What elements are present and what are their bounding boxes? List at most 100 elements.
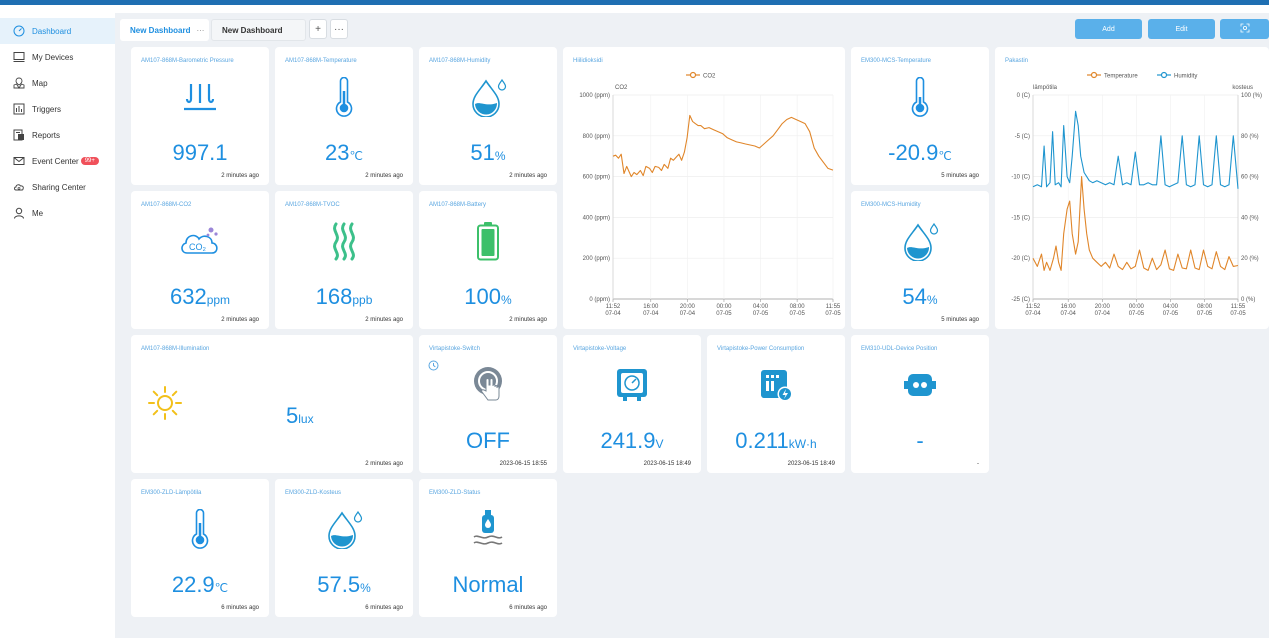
card-timestamp: 5 minutes ago — [941, 173, 979, 179]
tab-new-dashboard[interactable]: New Dashboard — [211, 19, 306, 41]
edit-dashboard-button[interactable]: Edit — [1148, 19, 1215, 39]
add-tab-button[interactable]: + — [309, 19, 327, 39]
x-tick-label: 07-04 — [1025, 311, 1041, 317]
thermometer-icon — [851, 77, 989, 117]
user-icon — [12, 206, 26, 220]
card-battery[interactable]: AM107-868M-Battery 100% 2 minutes ago — [419, 191, 557, 329]
card-voltage[interactable]: Virtapistoke-Voltage 241.9V 2023-06-15 1… — [563, 335, 701, 473]
card-em300-humidity[interactable]: EM300-MCS-Humidity 54% 5 minutes ago — [851, 191, 989, 329]
sidebar-item-me[interactable]: Me — [0, 200, 115, 226]
value-number: 54 — [902, 284, 927, 309]
x-tick-label: 07-04 — [680, 311, 696, 317]
freezer-chart-card[interactable]: Pakastin 0 (C) 100 (%) -5 (C) 80 (%) -10 (C)… — [995, 47, 1269, 329]
sidebar-item-my-devices[interactable]: My Devices — [0, 44, 115, 70]
card-device-position[interactable]: EM310-UDL-Device Position - - — [851, 335, 989, 473]
y2-tick-label: 80 (%) — [1241, 134, 1259, 140]
card-value: 241.9V — [563, 428, 701, 454]
x-tick-label: 11:52 — [606, 304, 621, 310]
sidebar-item-label: My Devices — [32, 52, 74, 62]
sidebar-item-event-center[interactable]: Event Center 99+ — [0, 148, 115, 174]
value-number: 23 — [325, 140, 350, 165]
x-tick-label: 04:00 — [753, 304, 769, 310]
tab-more-icon[interactable]: ··· — [196, 26, 204, 35]
triggers-icon — [12, 102, 26, 116]
sidebar-item-label: Dashboard — [32, 26, 72, 36]
y-axis-label: CO2 — [615, 85, 628, 91]
map-icon — [12, 76, 26, 90]
x-tick-label: 07-05 — [825, 311, 841, 317]
card-temperature[interactable]: AM107-868M-Temperature 23℃ 2 minutes ago — [275, 47, 413, 185]
sidebar-item-label: Sharing Center — [32, 182, 86, 192]
card-title: AM107-868M-TVOC — [285, 202, 340, 208]
value-unit: kW·h — [788, 437, 817, 451]
y2-axis-label: kosteus — [1232, 85, 1253, 91]
add-widget-button[interactable]: Add — [1075, 19, 1142, 39]
x-tick-label: 07-05 — [716, 311, 732, 317]
y2-tick-label: 40 (%) — [1241, 215, 1259, 221]
card-timestamp: 2 minutes ago — [365, 173, 403, 179]
sidebar-item-dashboard[interactable]: Dashboard — [0, 18, 115, 44]
sidebar: Dashboard My Devices Map Triggers Report… — [0, 13, 115, 638]
x-tick-label: 08:00 — [790, 304, 806, 310]
power-meter-icon — [707, 365, 845, 405]
value-unit: ppm — [206, 293, 231, 307]
co2-chart-card[interactable]: Hiilidioksidi 1000 (ppm) 800 (ppm) 600 (pp… — [563, 47, 845, 329]
value-number: 997.1 — [172, 140, 228, 165]
reports-icon — [12, 128, 26, 142]
sidebar-item-triggers[interactable]: Triggers — [0, 96, 115, 122]
x-tick-label: 07-05 — [1230, 311, 1246, 317]
legend-label: CO2 — [703, 74, 716, 80]
card-title: AM107-868M-Illumination — [141, 346, 210, 352]
y-tick-label: 0 (ppm) — [589, 297, 610, 303]
fullscreen-button[interactable] — [1220, 19, 1269, 39]
sidebar-item-reports[interactable]: Reports — [0, 122, 115, 148]
card-timestamp: 6 minutes ago — [509, 605, 547, 611]
x-tick-label: 07-04 — [1061, 311, 1077, 317]
sidebar-item-sharing-center[interactable]: Sharing Center — [0, 174, 115, 200]
card-value: - — [851, 428, 989, 454]
y-tick-label: 1000 (ppm) — [579, 93, 610, 99]
y-tick-label: -25 (C) — [1011, 297, 1030, 303]
y2-tick-label: 60 (%) — [1241, 175, 1259, 181]
card-value: Normal — [419, 572, 557, 598]
card-timestamp: 5 minutes ago — [941, 317, 979, 323]
card-co2[interactable]: AM107-868M-CO2 CO₂ 632ppm 2 minutes ago — [131, 191, 269, 329]
x-tick-label: 00:00 — [716, 304, 732, 310]
card-timestamp: 2 minutes ago — [509, 173, 547, 179]
card-switch[interactable]: Virtapistoke-Switch OFF 2023-06-15 18:55 — [419, 335, 557, 473]
card-title: AM107-868M-Battery — [429, 202, 487, 208]
water-drop-icon — [275, 509, 413, 549]
sidebar-item-label: Triggers — [32, 104, 62, 114]
card-zld-humidity[interactable]: EM300-ZLD-Kosteus 57.5% 6 minutes ago — [275, 479, 413, 617]
series-line-humidity — [1032, 110, 1239, 189]
card-illumination[interactable]: AM107-868M-Illumination 5lux 2 minutes a… — [131, 335, 413, 473]
card-barometric-pressure[interactable]: AM107-868M-Barometric Pressure 997.1 2 m… — [131, 47, 269, 185]
sidebar-item-map[interactable]: Map — [0, 70, 115, 96]
x-tick-label: 04:00 — [1163, 304, 1179, 310]
card-value: 632ppm — [131, 284, 269, 310]
value-text: OFF — [466, 428, 510, 453]
tabs-more-button[interactable]: ··· — [330, 19, 348, 39]
card-tvoc[interactable]: AM107-868M-TVOC 168ppb 2 minutes ago — [275, 191, 413, 329]
value-text: - — [916, 428, 924, 453]
x-tick-label: 20:00 — [680, 304, 696, 310]
dashboard-icon — [12, 24, 26, 38]
card-title: AM107-868M-CO2 — [141, 202, 192, 208]
mail-icon — [12, 154, 26, 168]
card-title: EM300-ZLD-Kosteus — [285, 490, 342, 496]
y2-tick-label: 100 (%) — [1241, 93, 1262, 99]
x-tick-label: 16:00 — [1061, 304, 1077, 310]
value-number: 0.211 — [735, 428, 789, 453]
card-zld-temperature[interactable]: EM300-ZLD-Lämpötila 22.9℃ 6 minutes ago — [131, 479, 269, 617]
card-title: Virtapistoke-Switch — [429, 346, 480, 352]
x-tick-label: 20:00 — [1095, 304, 1111, 310]
y-axis-label: lämpötila — [1033, 85, 1058, 91]
hand-switch-icon — [419, 365, 557, 405]
card-zld-status[interactable]: EM300-ZLD-Status Normal 6 minutes ago — [419, 479, 557, 617]
card-timestamp: 6 minutes ago — [221, 605, 259, 611]
card-humidity[interactable]: AM107-868M-Humidity 51% 2 minutes ago — [419, 47, 557, 185]
card-timestamp: 6 minutes ago — [365, 605, 403, 611]
card-power-consumption[interactable]: Virtapistoke-Power Consumption 0.211kW·h… — [707, 335, 845, 473]
tab-new-dashboard-active[interactable]: New Dashboard ··· — [120, 19, 209, 41]
card-em300-temperature[interactable]: EM300-MCS-Temperature -20.9℃ 5 minutes a… — [851, 47, 989, 185]
